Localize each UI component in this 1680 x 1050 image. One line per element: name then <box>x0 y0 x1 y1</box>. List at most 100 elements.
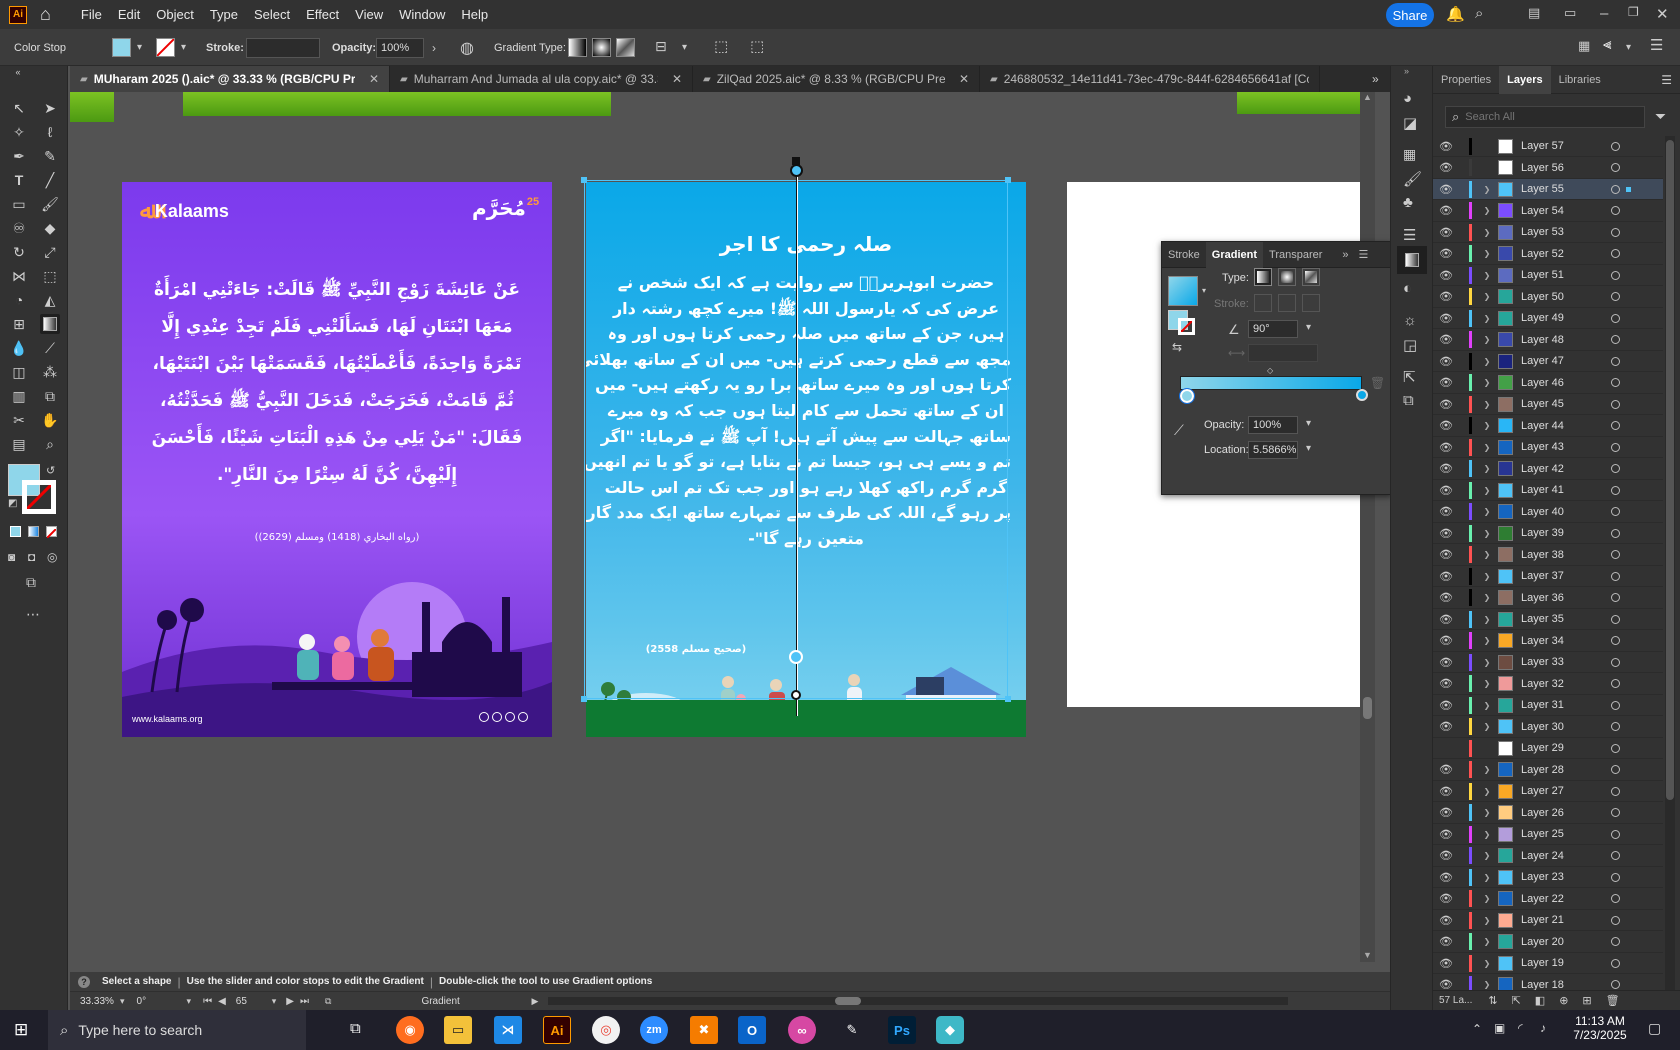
visibility-eye-icon[interactable]: 👁 <box>1433 505 1459 518</box>
shaper-tool-icon[interactable]: ♾ <box>9 218 29 238</box>
search-icon[interactable]: ⌕ <box>1475 5 1483 22</box>
task-view-icon[interactable]: ⧉ <box>350 1020 361 1037</box>
corner-handle[interactable] <box>1005 177 1011 183</box>
expand-arrow-icon[interactable]: ❯ <box>1480 808 1494 817</box>
stroke-panel-icon[interactable]: ☰ <box>1403 226 1416 244</box>
target-circle-icon[interactable] <box>1611 657 1620 667</box>
isolate-icon[interactable]: ⬚ <box>750 37 764 55</box>
network-icon[interactable]: ▣ <box>1494 1021 1505 1035</box>
layer-row[interactable]: 👁 ❯ Layer 52 <box>1433 244 1663 265</box>
target-circle-icon[interactable] <box>1611 937 1620 946</box>
pen-app-icon[interactable]: ✎ <box>838 1016 866 1044</box>
target-circle-icon[interactable] <box>1611 808 1620 817</box>
default-colors-icon[interactable]: ◩ <box>8 498 17 509</box>
visibility-eye-icon[interactable]: 👁 <box>1433 591 1459 604</box>
pen-tool-icon[interactable]: ✒ <box>9 146 29 166</box>
menu-edit[interactable]: Edit <box>110 7 148 22</box>
gradient-mode-icon[interactable] <box>28 526 39 537</box>
hand-tool-icon[interactable]: ✋ <box>40 410 60 430</box>
target-circle-icon[interactable] <box>1611 356 1620 366</box>
arrange-documents-icon[interactable]: ▦ <box>1578 38 1590 54</box>
menu-type[interactable]: Type <box>202 7 246 22</box>
artboards-icon[interactable]: ⧉ <box>1403 392 1414 409</box>
close-icon[interactable]: ✕ <box>1656 5 1669 23</box>
document-tab[interactable]: ▰ MUharam 2025 ().aic* @ 33.33 % (RGB/CPU… <box>70 66 390 92</box>
layer-row[interactable]: 👁 ❯ Layer 44 <box>1433 416 1663 437</box>
horizontal-scrollbar[interactable] <box>548 997 1289 1005</box>
transparency-icon[interactable]: ◐ <box>1403 280 1412 297</box>
paintbrush-tool-icon[interactable]: 🖌 <box>40 194 60 214</box>
visibility-eye-icon[interactable]: 👁 <box>1433 269 1459 282</box>
minimize-icon[interactable]: – <box>1600 5 1608 22</box>
layer-row[interactable]: 👁 ❯ Layer 36 <box>1433 588 1663 609</box>
more-tools-icon[interactable]: ⋯ <box>26 606 40 623</box>
chevron-down-icon[interactable]: ▾ <box>1202 286 1206 295</box>
lasso-tool-icon[interactable]: ℓ <box>40 122 60 142</box>
collapse-icon[interactable]: » <box>1404 66 1409 76</box>
expand-arrow-icon[interactable]: ❯ <box>1480 400 1494 409</box>
rotate-view-field[interactable]: 0° <box>137 996 187 1007</box>
expand-arrow-icon[interactable]: ❯ <box>1480 507 1494 516</box>
expand-arrow-icon[interactable]: ❯ <box>1480 249 1494 258</box>
outlook-icon[interactable]: O <box>738 1016 766 1044</box>
target-circle-icon[interactable] <box>1611 915 1620 925</box>
stop-location-field[interactable]: 5.5866% <box>1248 441 1298 459</box>
target-circle-icon[interactable] <box>1611 958 1620 968</box>
expand-arrow-icon[interactable]: ❯ <box>1480 615 1494 624</box>
visibility-eye-icon[interactable]: 👁 <box>1433 763 1459 776</box>
eraser-tool-icon[interactable]: ◆ <box>40 218 60 238</box>
layer-row[interactable]: 👁 ❯ Layer 47 <box>1433 351 1663 372</box>
target-circle-icon[interactable] <box>1611 872 1620 882</box>
blend-tool-icon[interactable]: ◫ <box>9 362 29 382</box>
expand-arrow-icon[interactable]: ❯ <box>1480 959 1494 968</box>
artboard-number-field[interactable]: 65 <box>236 996 272 1007</box>
layer-row[interactable]: 👁 ❯ Layer 25 <box>1433 824 1663 845</box>
visibility-eye-icon[interactable]: 👁 <box>1433 570 1459 583</box>
panel-menu-icon[interactable]: ☰ <box>1359 248 1369 261</box>
bell-icon[interactable]: 🔔 <box>1446 5 1465 23</box>
layer-row[interactable]: 👁 ❯ Layer 46 <box>1433 373 1663 394</box>
target-circle-icon[interactable] <box>1611 829 1620 839</box>
export-icon[interactable]: ⇱ <box>1403 368 1416 386</box>
tab-transparency[interactable]: Transparer <box>1263 249 1328 261</box>
taskbar-search-input[interactable]: Type here to search <box>78 1022 202 1038</box>
gradient-fill-swatch[interactable] <box>1168 276 1198 306</box>
visibility-eye-icon[interactable]: 👁 <box>1433 806 1459 819</box>
panel-collapse-icon[interactable]: » <box>1342 249 1348 261</box>
close-tab-icon[interactable]: ✕ <box>959 72 969 86</box>
stroke-color-box[interactable] <box>22 480 56 514</box>
delete-layer-icon[interactable]: 🗑 <box>1606 994 1620 1007</box>
expand-arrow-icon[interactable]: ❯ <box>1480 593 1494 602</box>
layer-row[interactable]: 👁 ❯ Layer 51 <box>1433 265 1663 286</box>
eyedropper-icon[interactable]: ⟋ <box>1174 422 1184 439</box>
transform-icon[interactable]: ⬚ <box>714 37 728 55</box>
artboard-urdu-hadith[interactable]: صلہ رحمی کا اجر حضرت ابوہریرہؓ سے روایت … <box>586 182 1026 737</box>
target-circle-icon[interactable] <box>1611 980 1620 989</box>
file-explorer-icon[interactable]: ▭ <box>444 1016 472 1044</box>
visibility-eye-icon[interactable]: 👁 <box>1433 892 1459 905</box>
expand-arrow-icon[interactable]: ❯ <box>1480 636 1494 645</box>
expand-arrow-icon[interactable]: ❯ <box>1480 464 1494 473</box>
stroke-across-button[interactable] <box>1302 294 1320 312</box>
expand-arrow-icon[interactable]: ❯ <box>1480 185 1494 194</box>
rotate-tool-icon[interactable]: ↻ <box>9 242 29 262</box>
layer-row[interactable]: 👁 ❯ Layer 53 <box>1433 222 1663 243</box>
perspective-grid-tool-icon[interactable]: ◭ <box>40 290 60 310</box>
linear-gradient-button[interactable] <box>568 38 587 57</box>
expand-arrow-icon[interactable]: ❯ <box>1480 916 1494 925</box>
expand-arrow-icon[interactable]: ❯ <box>1480 550 1494 559</box>
target-circle-icon[interactable] <box>1611 442 1620 452</box>
shape-builder-tool-icon[interactable]: ◔ <box>9 290 29 310</box>
visibility-eye-icon[interactable]: 👁 <box>1433 398 1459 411</box>
draw-inside-icon[interactable]: ◎ <box>47 550 57 564</box>
target-circle-icon[interactable] <box>1611 206 1620 215</box>
direct-selection-tool-icon[interactable]: ➤ <box>40 98 60 118</box>
layer-row[interactable]: 👁 ❯ Layer 54 <box>1433 201 1663 222</box>
expand-arrow-icon[interactable]: ❯ <box>1480 787 1494 796</box>
zoom-tool-icon[interactable]: ⌕ <box>40 434 60 454</box>
opacity-field[interactable]: 100% <box>376 38 424 58</box>
screen-mode-icon[interactable]: ⧉ <box>26 574 36 591</box>
restore-icon[interactable]: ❐ <box>1628 5 1639 19</box>
swatches-icon[interactable]: ▦ <box>1403 146 1416 163</box>
layer-row[interactable]: 👁 ❯ Layer 22 <box>1433 889 1663 910</box>
